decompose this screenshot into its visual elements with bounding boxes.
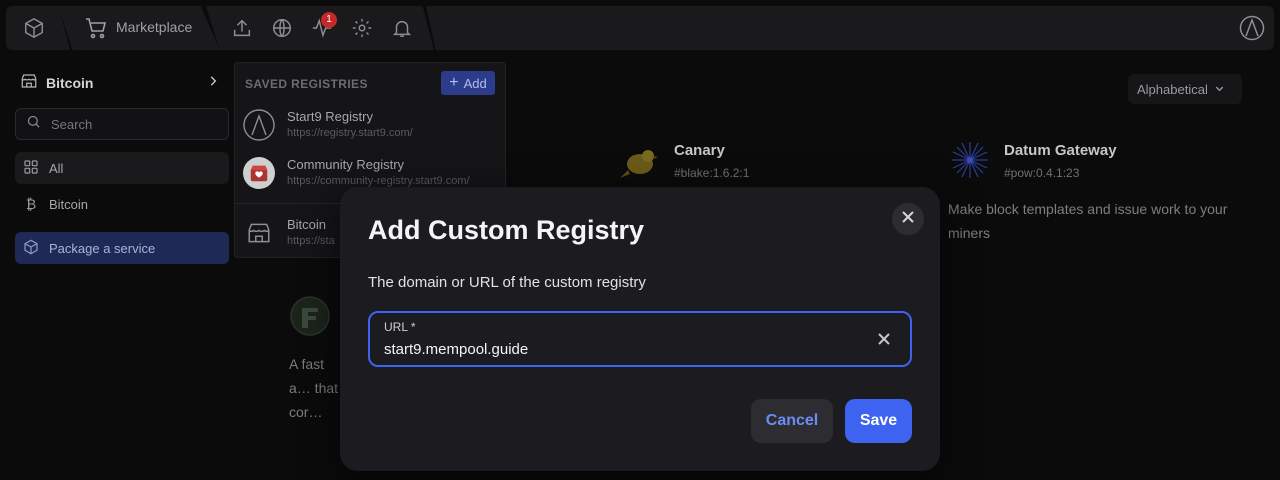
box-icon[interactable]	[20, 14, 48, 42]
chevron-down-icon	[1214, 82, 1225, 97]
registry-name: Start9 Registry	[287, 109, 373, 124]
url-field[interactable]: URL *	[368, 311, 912, 367]
canary-logo	[616, 140, 660, 189]
datum-logo	[950, 140, 990, 185]
upload-icon[interactable]	[228, 14, 256, 42]
chevron-right-icon	[206, 74, 220, 93]
service-description: Make block templates and issue work to y…	[948, 201, 1228, 241]
service-version: #pow:0.4.1:23	[1004, 166, 1080, 180]
registry-url: https://community-registry.start9.com/	[287, 175, 470, 187]
registry-name: Community Registry	[287, 157, 405, 172]
registry-item-start9[interactable]: Start9 Registry https://registry.start9.…	[241, 103, 501, 147]
service-version: #blake:1.6.2:1	[674, 166, 750, 180]
package-service-label: Package a service	[49, 240, 156, 256]
add-registry-dialog: Add Custom Registry The domain or URL of…	[340, 187, 940, 471]
marketplace-label[interactable]: Marketplace	[116, 19, 192, 35]
url-input[interactable]	[384, 338, 854, 360]
store-icon	[243, 217, 275, 249]
sort-select[interactable]: Alphabetical	[1128, 74, 1242, 104]
cancel-button[interactable]: Cancel	[751, 399, 833, 443]
add-registry-button[interactable]: + Add	[441, 71, 495, 95]
sidebar-item-all[interactable]: All	[15, 152, 229, 184]
gear-icon[interactable]	[348, 14, 376, 42]
registry-name: Bitcoin	[287, 217, 327, 232]
service-title[interactable]: Datum Gateway	[1004, 142, 1117, 159]
registry-switcher[interactable]: Bitcoin	[20, 72, 220, 94]
bitcoin-icon: ₿	[25, 196, 37, 212]
package-service-button[interactable]: Package a service	[15, 232, 229, 264]
globe-icon[interactable]	[268, 14, 296, 42]
service-logo	[290, 296, 330, 341]
community-store-icon	[243, 157, 275, 189]
dialog-description: The domain or URL of the custom registry	[368, 274, 646, 291]
top-bar: Marketplace 1	[0, 0, 1280, 56]
save-button[interactable]: Save	[845, 399, 912, 443]
cart-icon	[82, 14, 110, 42]
sidebar: Bitcoin Search All ₿ Bitcoin Package a s…	[6, 60, 234, 480]
start9-logo-icon	[243, 109, 275, 141]
sort-label: Alphabetical	[1137, 81, 1208, 97]
store-icon	[20, 72, 38, 95]
service-title[interactable]: Canary	[674, 142, 725, 159]
close-icon	[902, 210, 914, 228]
registry-url: https://registry.start9.com/	[287, 127, 413, 139]
clear-input-button[interactable]	[874, 329, 894, 349]
search-placeholder: Search	[51, 116, 93, 132]
package-icon	[23, 239, 39, 258]
topbar-middle	[426, 6, 1228, 50]
sidebar-item-bitcoin[interactable]: ₿ Bitcoin	[15, 188, 229, 220]
bell-icon[interactable]	[388, 14, 416, 42]
plus-icon: +	[449, 74, 459, 91]
dialog-title: Add Custom Registry	[368, 215, 645, 245]
notification-badge: 1	[321, 12, 337, 28]
registry-name: Bitcoin	[46, 75, 94, 91]
sidebar-item-label: All	[49, 160, 64, 176]
saved-registries-heading: SAVED REGISTRIES	[245, 77, 368, 91]
registry-url: https://sta	[287, 235, 335, 247]
add-label: Add	[463, 75, 487, 91]
search-icon	[26, 114, 41, 134]
sidebar-item-label: Bitcoin	[49, 196, 89, 212]
close-button[interactable]	[892, 203, 924, 235]
url-field-label: URL *	[384, 320, 416, 334]
start9-logo-icon[interactable]	[1238, 14, 1266, 42]
search-input[interactable]: Search	[15, 108, 229, 140]
grid-icon	[23, 159, 39, 178]
